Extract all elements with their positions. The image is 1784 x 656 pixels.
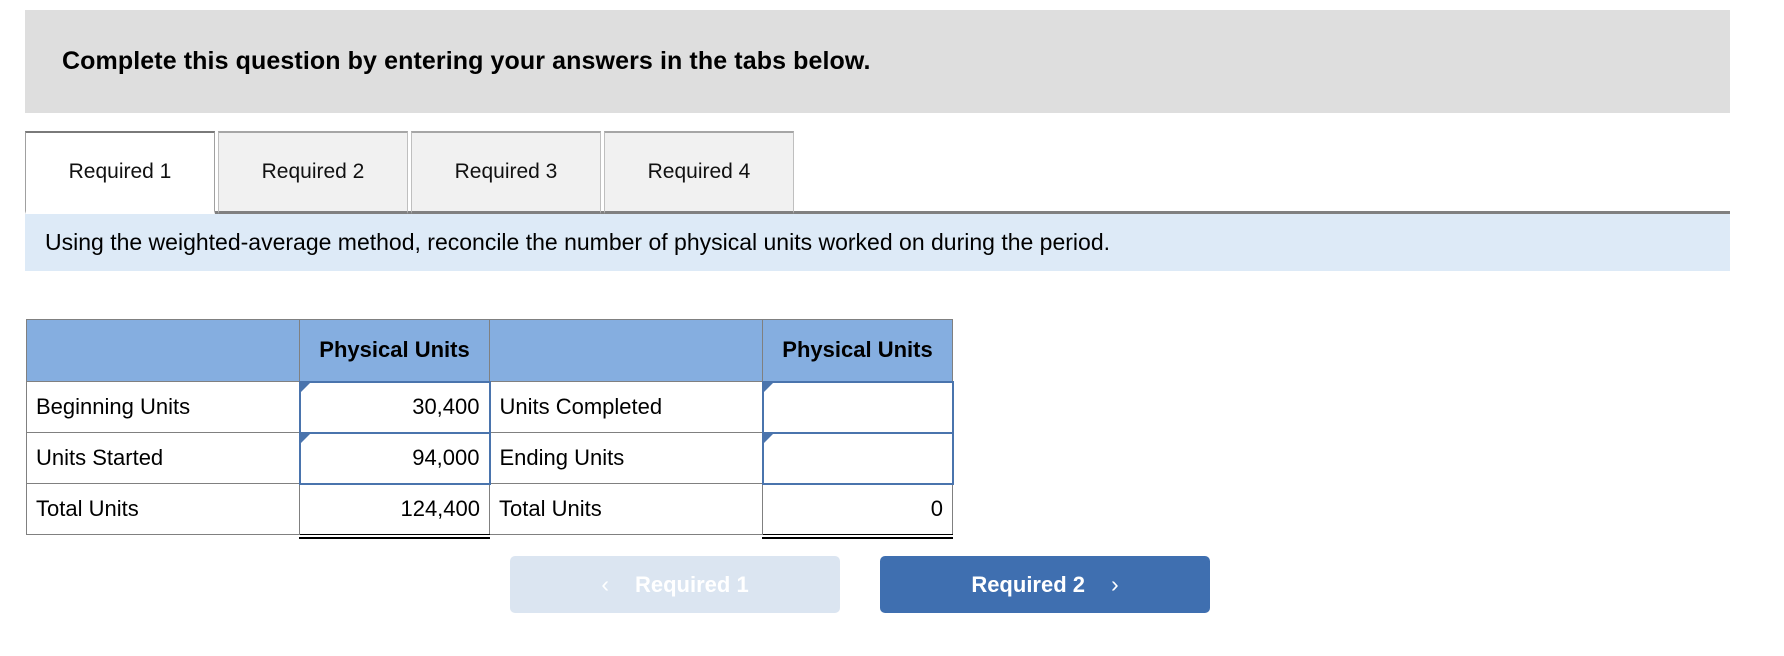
requirement-tabs: Required 1 Required 2 Required 3 Require… bbox=[25, 131, 1730, 214]
cell-corner-marker-icon bbox=[300, 382, 310, 401]
tab-required-4-label: Required 4 bbox=[647, 160, 751, 183]
input-units-started-value: 94,000 bbox=[412, 445, 480, 470]
header-mid-blank bbox=[489, 319, 763, 382]
tab-required-4[interactable]: Required 4 bbox=[604, 131, 794, 214]
tab-required-3-label: Required 3 bbox=[454, 160, 558, 183]
chevron-right-icon: › bbox=[1111, 571, 1119, 597]
input-units-completed[interactable] bbox=[761, 380, 954, 434]
input-ending-units[interactable] bbox=[761, 431, 954, 485]
header-right-physical-units: Physical Units bbox=[762, 319, 953, 382]
previous-requirement-label: Required 1 bbox=[634, 571, 749, 597]
next-requirement-button[interactable]: Required 2 › bbox=[880, 556, 1210, 613]
header-left-blank bbox=[26, 319, 300, 382]
worksheet-header-row: Physical Units Physical Units bbox=[26, 319, 953, 382]
total-units-right-value: 0 bbox=[762, 482, 954, 540]
tab-list: Required 1 Required 2 Required 3 Require… bbox=[25, 131, 797, 214]
total-units-left-value: 124,400 bbox=[299, 482, 491, 540]
reconciliation-worksheet: Physical Units Physical Units Beginning … bbox=[26, 319, 954, 540]
row-beginning-units-label: Beginning Units bbox=[26, 381, 300, 433]
previous-requirement-button[interactable]: ‹ Required 1 bbox=[510, 556, 840, 613]
table-row: Beginning Units 30,400 Units Completed bbox=[26, 380, 954, 434]
tab-required-2[interactable]: Required 2 bbox=[218, 131, 408, 214]
cell-corner-marker-icon bbox=[763, 433, 773, 452]
table-row: Units Started 94,000 Ending Units bbox=[26, 431, 954, 485]
cell-corner-marker-icon bbox=[763, 382, 773, 401]
requirement-navigation: ‹ Required 1 Required 2 › bbox=[510, 556, 1210, 613]
tab-required-3[interactable]: Required 3 bbox=[411, 131, 601, 214]
row-ending-units-label: Ending Units bbox=[489, 432, 763, 484]
cell-corner-marker-icon bbox=[300, 433, 310, 452]
requirement-instruction: Using the weighted-average method, recon… bbox=[25, 214, 1730, 271]
tab-required-1[interactable]: Required 1 bbox=[25, 131, 215, 214]
question-banner-text: Complete this question by entering your … bbox=[62, 47, 871, 75]
row-units-completed-label: Units Completed bbox=[489, 381, 763, 433]
row-total-units-left-label: Total Units bbox=[26, 483, 300, 535]
input-beginning-units[interactable]: 30,400 bbox=[298, 380, 491, 434]
requirement-instruction-text: Using the weighted-average method, recon… bbox=[45, 229, 1111, 255]
row-total-units-right-label: Total Units bbox=[489, 483, 763, 535]
tab-required-2-label: Required 2 bbox=[261, 160, 365, 183]
row-units-started-label: Units Started bbox=[26, 432, 300, 484]
question-banner: Complete this question by entering your … bbox=[25, 10, 1730, 113]
tab-required-1-label: Required 1 bbox=[68, 160, 172, 183]
header-left-physical-units: Physical Units bbox=[299, 319, 490, 382]
table-row-total: Total Units 124,400 Total Units 0 bbox=[26, 482, 954, 540]
chevron-left-icon: ‹ bbox=[601, 571, 609, 597]
next-requirement-label: Required 2 bbox=[971, 571, 1086, 597]
input-units-started[interactable]: 94,000 bbox=[298, 431, 491, 485]
input-beginning-units-value: 30,400 bbox=[412, 394, 480, 419]
